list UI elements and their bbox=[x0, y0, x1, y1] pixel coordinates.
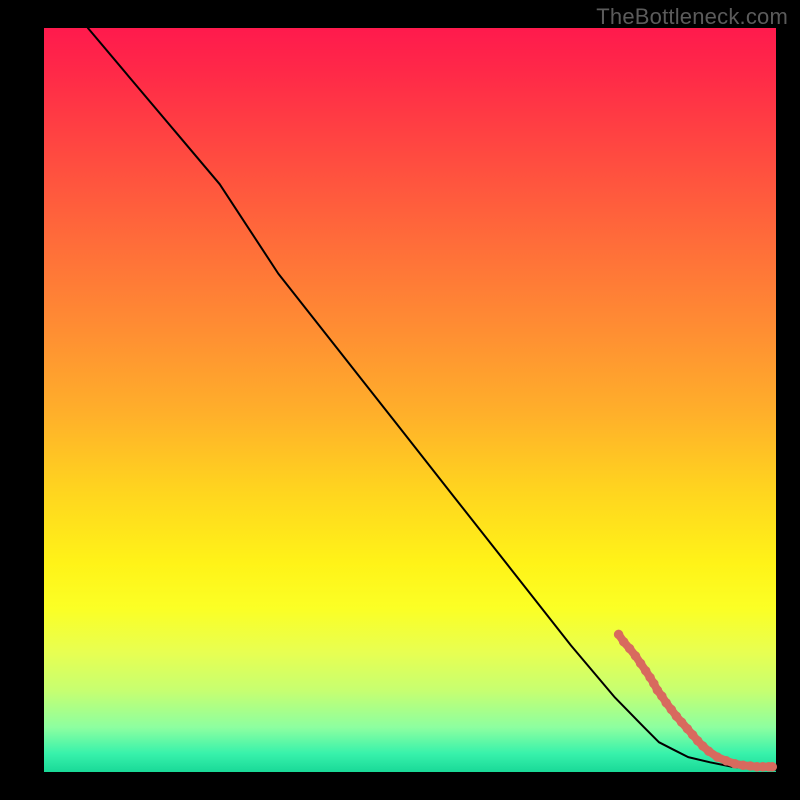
data-point bbox=[631, 651, 640, 660]
app-frame: TheBottleneck.com bbox=[0, 0, 800, 800]
data-point bbox=[625, 644, 634, 653]
data-points-group bbox=[614, 630, 777, 771]
data-point bbox=[713, 753, 722, 762]
data-point bbox=[768, 762, 777, 771]
data-point bbox=[722, 756, 731, 765]
bottleneck-curve bbox=[88, 28, 776, 770]
data-point bbox=[704, 747, 713, 756]
watermark-label: TheBottleneck.com bbox=[596, 4, 788, 30]
data-point bbox=[731, 759, 740, 768]
chart-plot-area bbox=[44, 28, 776, 772]
chart-overlay bbox=[44, 28, 776, 772]
